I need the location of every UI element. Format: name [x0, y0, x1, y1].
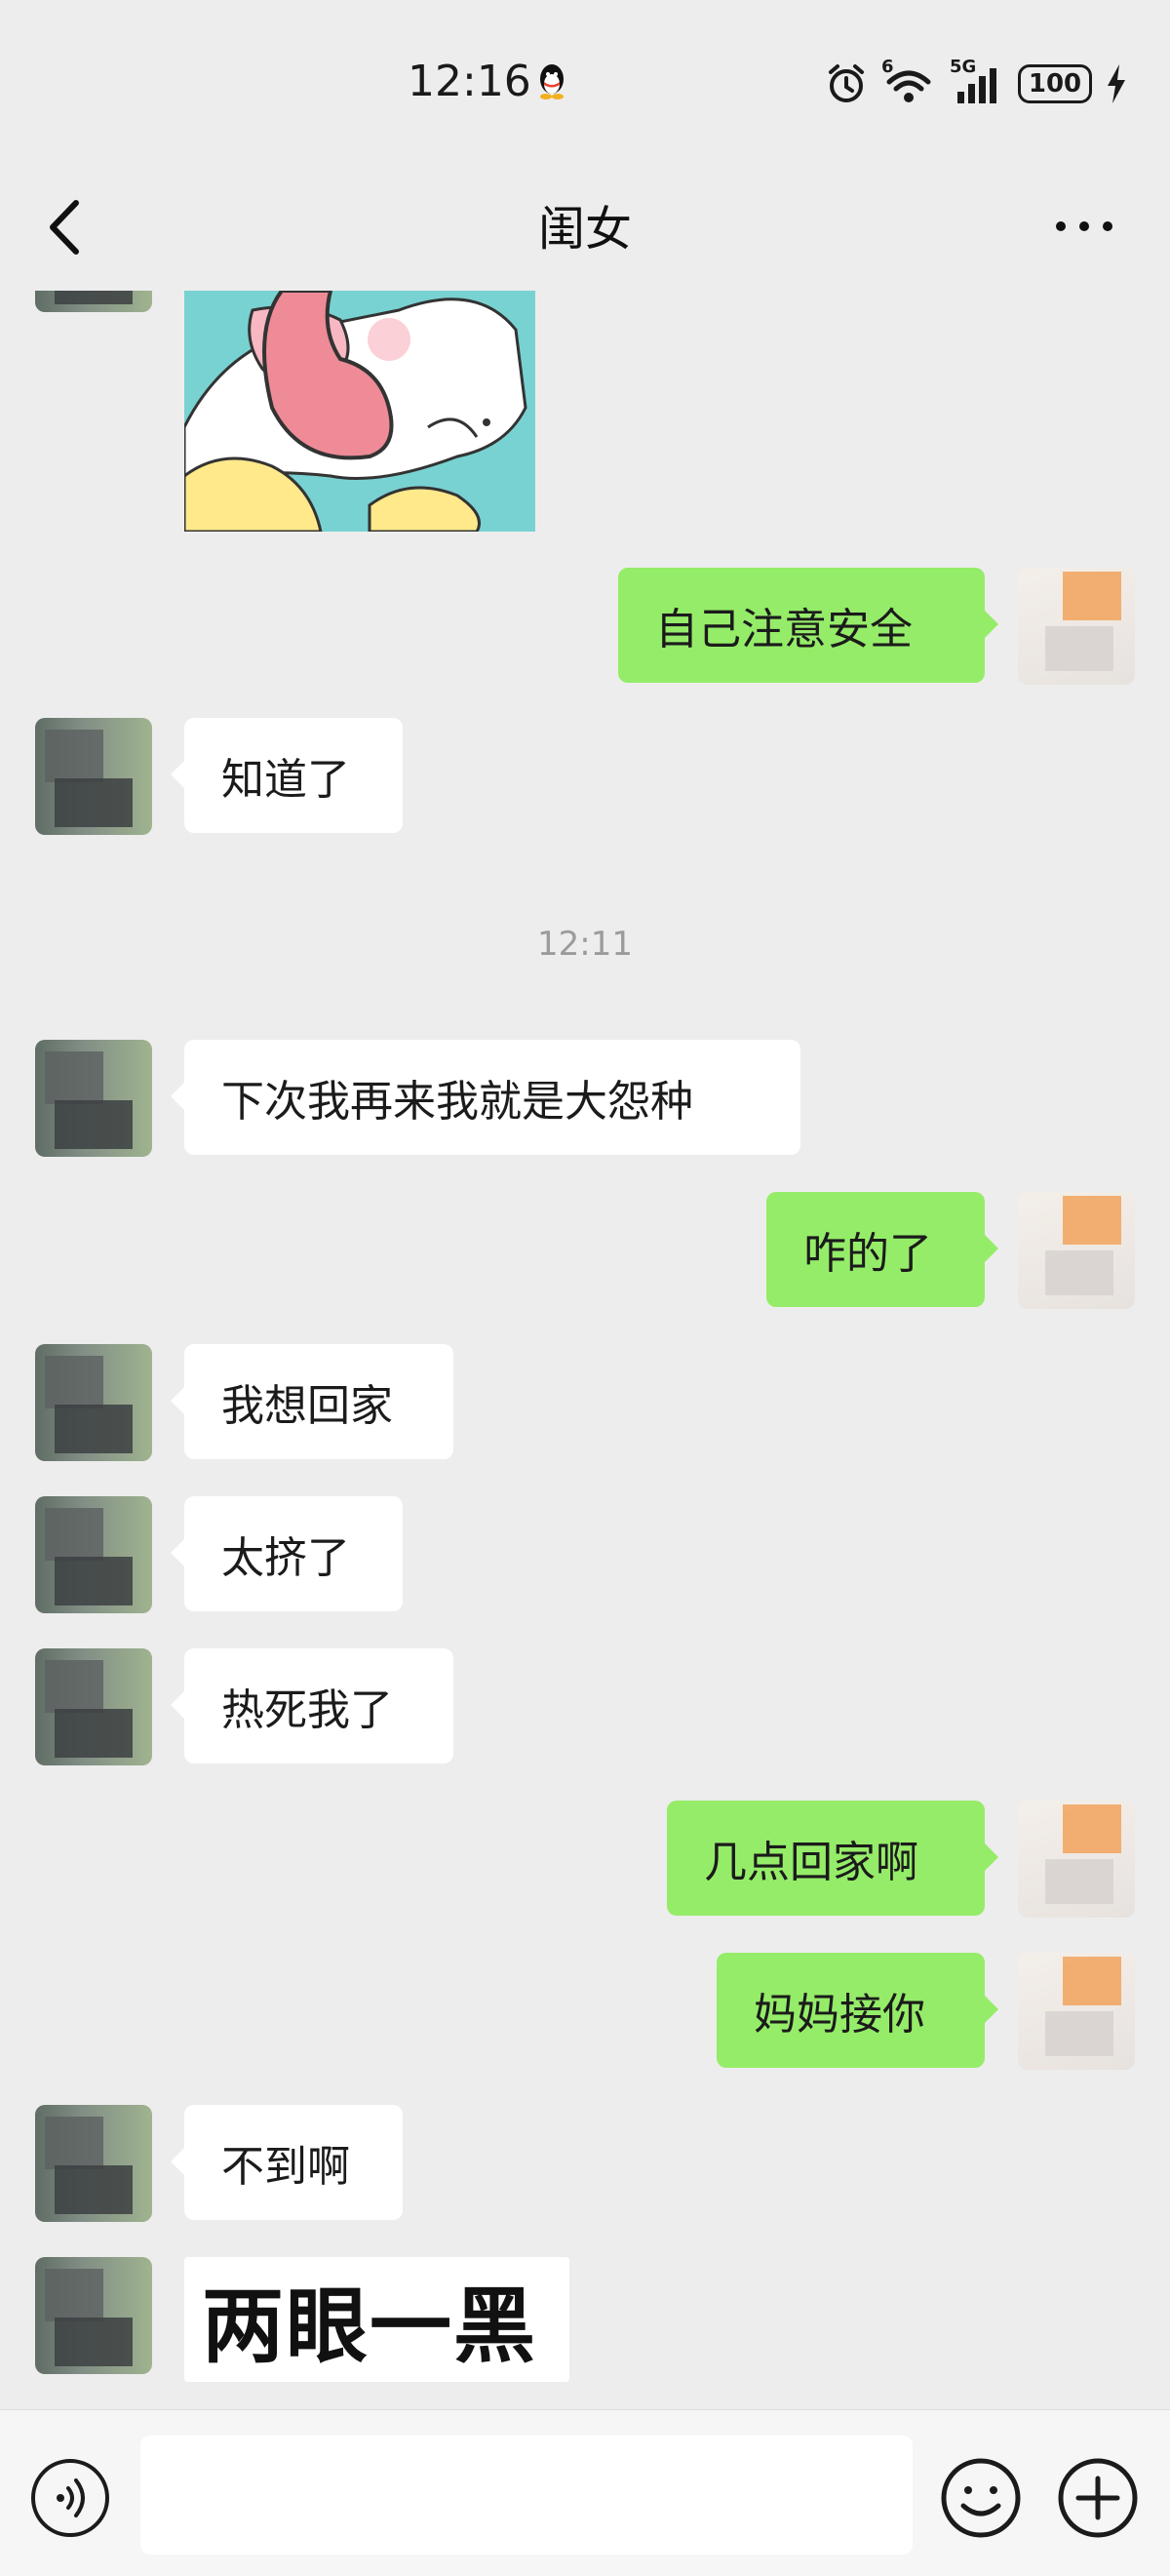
status-time: 12:16	[408, 57, 531, 106]
emoji-icon[interactable]	[936, 2453, 1026, 2543]
daughter-avatar[interactable]	[35, 291, 152, 312]
chat-title: 闺女	[537, 202, 632, 257]
chat-header: 闺女	[0, 166, 1170, 293]
my-avatar[interactable]	[1018, 568, 1135, 685]
incoming-message-bubble[interactable]: 不到啊	[171, 2105, 403, 2220]
daughter-avatar[interactable]	[35, 1344, 152, 1461]
incoming-message-bubble[interactable]: 下次我再来我就是大怨种	[171, 1040, 800, 1155]
status-bar: 12:16 6 5G 100	[0, 0, 1170, 166]
message-input[interactable]	[140, 2436, 913, 2555]
status-icons: 6 5G 100	[825, 57, 1127, 107]
wifi-sup: 6	[881, 57, 894, 77]
message-timestamp: 12:11	[537, 925, 633, 964]
my-avatar[interactable]	[1018, 1801, 1135, 1918]
incoming-message-bubble[interactable]: 热死我了	[171, 1648, 453, 1764]
daughter-avatar[interactable]	[35, 1040, 152, 1157]
battery-icon: 100	[1018, 64, 1092, 103]
outgoing-message-bubble[interactable]: 自己注意安全	[618, 568, 998, 683]
cartoon-sticker-icon	[184, 291, 535, 532]
charging-icon	[1108, 64, 1125, 103]
my-avatar[interactable]	[1018, 1192, 1135, 1309]
daughter-avatar[interactable]	[35, 2105, 152, 2222]
battery-level: 100	[1028, 69, 1082, 99]
daughter-avatar[interactable]	[35, 1496, 152, 1613]
network-type: 5G	[950, 57, 977, 77]
sticker-image[interactable]	[184, 291, 535, 532]
wifi-icon: 6	[881, 57, 936, 105]
daughter-avatar[interactable]	[35, 2257, 152, 2374]
chat-area[interactable]: 自己注意安全 知道了 12:11 下次我再来我就是大怨种 咋的了 我想回家 太挤…	[0, 291, 1170, 2409]
daughter-avatar[interactable]	[35, 718, 152, 835]
voice-icon	[57, 2478, 85, 2517]
voice-input-button[interactable]	[31, 2459, 109, 2537]
incoming-message-bubble[interactable]: 我想回家	[171, 1344, 453, 1459]
outgoing-message-bubble[interactable]: 几点回家啊	[667, 1801, 998, 1916]
incoming-message-bubble[interactable]: 太挤了	[171, 1496, 403, 1611]
signal-icon: 5G	[950, 57, 1004, 105]
my-avatar[interactable]	[1018, 1953, 1135, 2070]
sticker-text: 两眼一黑	[202, 2278, 538, 2374]
alarm-icon	[829, 64, 864, 102]
qq-penguin-icon	[540, 64, 564, 99]
outgoing-message-bubble[interactable]: 咋的了	[766, 1192, 998, 1307]
outgoing-message-bubble[interactable]: 妈妈接你	[717, 1953, 998, 2068]
input-bar	[0, 2409, 1170, 2576]
plus-icon[interactable]	[1053, 2453, 1143, 2543]
daughter-avatar[interactable]	[35, 1648, 152, 1765]
more-options-icon[interactable]	[1053, 215, 1115, 238]
incoming-message-bubble[interactable]: 知道了	[171, 718, 403, 833]
text-sticker[interactable]: 两眼一黑	[184, 2257, 569, 2382]
